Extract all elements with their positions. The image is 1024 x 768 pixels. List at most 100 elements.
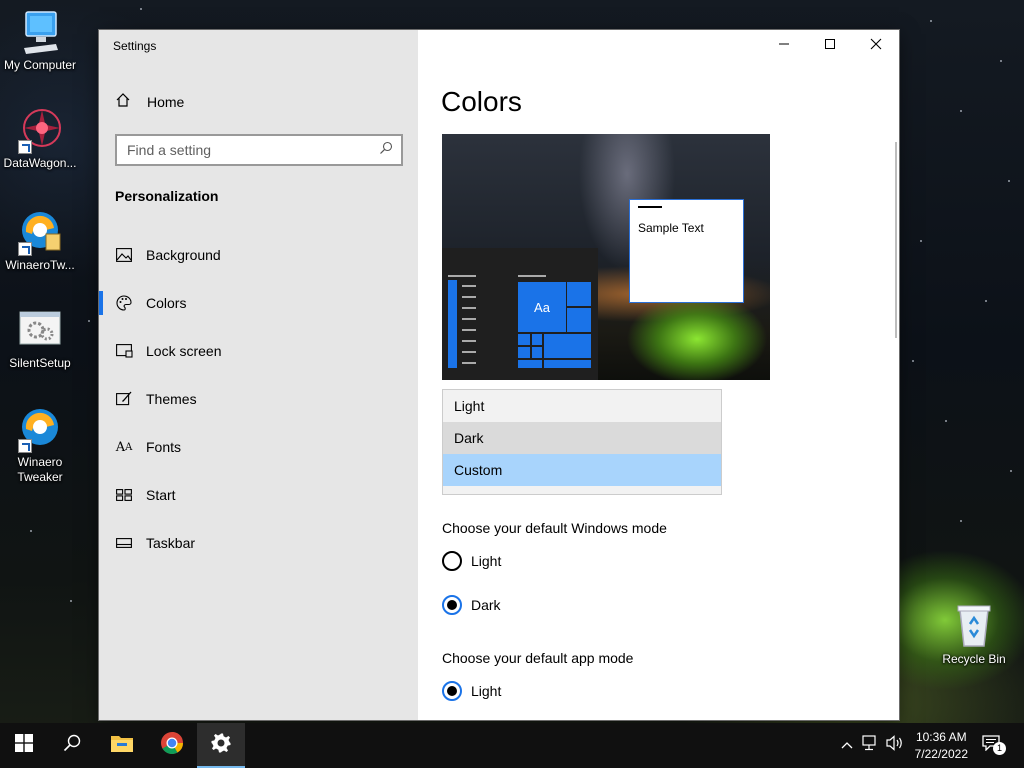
- sidebar-item-label: Background: [146, 247, 221, 263]
- search-box[interactable]: [115, 134, 403, 166]
- desktop-icon-label: WinaeroTw...: [5, 258, 75, 272]
- desktop-icon-winaero-tweaker[interactable]: Winaero Tweaker: [0, 405, 80, 485]
- close-button[interactable]: [853, 30, 899, 62]
- radio-label: Light: [471, 553, 502, 569]
- settings-content: Colors Aa Sample Text Light Dark Custom …: [418, 30, 899, 720]
- notification-icon: 1: [982, 735, 1006, 755]
- preview-window-titlebar: [638, 206, 662, 208]
- search-icon: [63, 734, 81, 757]
- folder-icon: [110, 733, 134, 758]
- winaero-tweaker-icon: [16, 405, 64, 453]
- lock-screen-icon: [115, 342, 133, 360]
- notification-count-badge: 1: [993, 742, 1006, 755]
- radio-circle: [442, 595, 462, 615]
- sidebar-item-label: Colors: [146, 295, 187, 311]
- app-mode-label: Choose your default app mode: [442, 650, 634, 666]
- taskbar-icon: [115, 534, 133, 552]
- windows-mode-light-radio[interactable]: Light: [442, 551, 501, 571]
- preview-sample-text: Sample Text: [638, 221, 704, 235]
- datawagon-icon: [16, 106, 64, 154]
- gear-icon: [211, 733, 231, 758]
- sidebar-item-label: Fonts: [146, 439, 182, 455]
- home-icon: [115, 92, 133, 111]
- preview-window: Sample Text: [629, 199, 744, 303]
- recycle-bin-icon: [950, 602, 998, 650]
- clock-date: 7/22/2022: [914, 747, 968, 761]
- search-button[interactable]: [48, 723, 96, 768]
- choose-color-dropdown[interactable]: Light Dark Custom: [442, 389, 722, 495]
- desktop-icon-recycle-bin[interactable]: Recycle Bin: [934, 602, 1014, 667]
- computer-icon: [16, 8, 64, 56]
- scrollbar[interactable]: [895, 142, 897, 338]
- desktop-icon-winaerotweaker-shortcut[interactable]: WinaeroTw...: [0, 208, 80, 273]
- radio-circle: [442, 681, 462, 701]
- shortcut-arrow-icon: [18, 242, 32, 256]
- sidebar-item-label: Themes: [146, 391, 197, 407]
- brush-icon: [115, 390, 133, 408]
- minimize-icon: [778, 37, 790, 55]
- sidebar-item-taskbar[interactable]: Taskbar: [99, 519, 418, 567]
- palette-icon: [115, 294, 133, 312]
- sidebar-item-background[interactable]: Background: [99, 231, 418, 279]
- desktop-icon-label: Winaero Tweaker: [17, 455, 63, 484]
- sidebar-item-label: Lock screen: [146, 343, 222, 359]
- desktop-icon-label: My Computer: [3, 58, 77, 72]
- sidebar-item-themes[interactable]: Themes: [99, 375, 418, 423]
- theme-preview: Aa Sample Text: [442, 134, 770, 380]
- desktop-icon-my-computer[interactable]: My Computer: [0, 8, 80, 73]
- dropdown-option-dark[interactable]: Dark: [443, 422, 721, 454]
- windows-logo-icon: [15, 734, 33, 757]
- sidebar-item-fonts[interactable]: AA Fonts: [99, 423, 418, 471]
- network-icon: [862, 734, 880, 756]
- minimize-button[interactable]: [761, 30, 807, 62]
- start-button[interactable]: [0, 723, 48, 768]
- taskbar-chrome[interactable]: [148, 723, 196, 768]
- maximize-button[interactable]: [807, 30, 853, 62]
- winaero-tweaker-icon: [16, 208, 64, 256]
- taskbar-clock[interactable]: 10:36 AM 7/22/2022: [915, 729, 968, 763]
- app-mode-light-radio[interactable]: Light: [442, 681, 501, 701]
- radio-label: Light: [471, 683, 502, 699]
- windows-mode-label: Choose your default Windows mode: [442, 520, 667, 536]
- chevron-up-icon: [841, 736, 853, 754]
- shortcut-arrow-icon: [18, 140, 32, 154]
- desktop-icon-label: Recycle Bin: [942, 652, 1006, 666]
- sidebar-item-label: Start: [146, 487, 176, 503]
- font-icon: AA: [115, 439, 133, 455]
- desktop-icon-datawagon[interactable]: DataWagon...: [0, 106, 80, 171]
- clock-time: 10:36 AM: [915, 730, 967, 744]
- sidebar-nav: Background Colors Lock screen Themes AA …: [99, 231, 418, 567]
- action-center-button[interactable]: 1: [980, 735, 1008, 755]
- dropdown-option-custom[interactable]: Custom: [443, 454, 721, 486]
- radio-circle: [442, 551, 462, 571]
- desktop-icon-silentsetup[interactable]: SilentSetup: [0, 306, 80, 371]
- start-icon: [115, 486, 133, 504]
- taskbar-file-explorer[interactable]: [98, 723, 146, 768]
- show-hidden-icons[interactable]: [838, 735, 856, 755]
- sidebar-item-start[interactable]: Start: [99, 471, 418, 519]
- nav-home-label: Home: [147, 93, 185, 110]
- windows-mode-dark-radio[interactable]: Dark: [442, 595, 501, 615]
- settings-window: Settings Home Personalization Background…: [99, 30, 899, 720]
- network-tray[interactable]: [861, 734, 881, 756]
- volume-tray[interactable]: [884, 734, 906, 756]
- sidebar-item-lock-screen[interactable]: Lock screen: [99, 327, 418, 375]
- speaker-icon: [886, 734, 904, 756]
- chrome-icon: [160, 731, 184, 760]
- taskbar-settings[interactable]: [197, 723, 245, 768]
- settings-sidebar: Settings Home Personalization Background…: [99, 30, 418, 720]
- desktop-icon-label: DataWagon...: [3, 156, 77, 170]
- sidebar-item-colors[interactable]: Colors: [99, 279, 418, 327]
- maximize-icon: [824, 37, 836, 55]
- section-title: Personalization: [115, 188, 219, 204]
- preview-tile: Aa: [518, 282, 566, 332]
- search-input[interactable]: [127, 142, 379, 158]
- search-icon: [379, 141, 393, 160]
- shortcut-arrow-icon: [18, 439, 32, 453]
- window-title: Settings: [113, 39, 157, 53]
- dropdown-option-light[interactable]: Light: [443, 390, 721, 422]
- nav-home[interactable]: Home: [115, 92, 184, 111]
- picture-icon: [115, 246, 133, 264]
- radio-label: Dark: [471, 597, 501, 613]
- sidebar-item-label: Taskbar: [146, 535, 196, 551]
